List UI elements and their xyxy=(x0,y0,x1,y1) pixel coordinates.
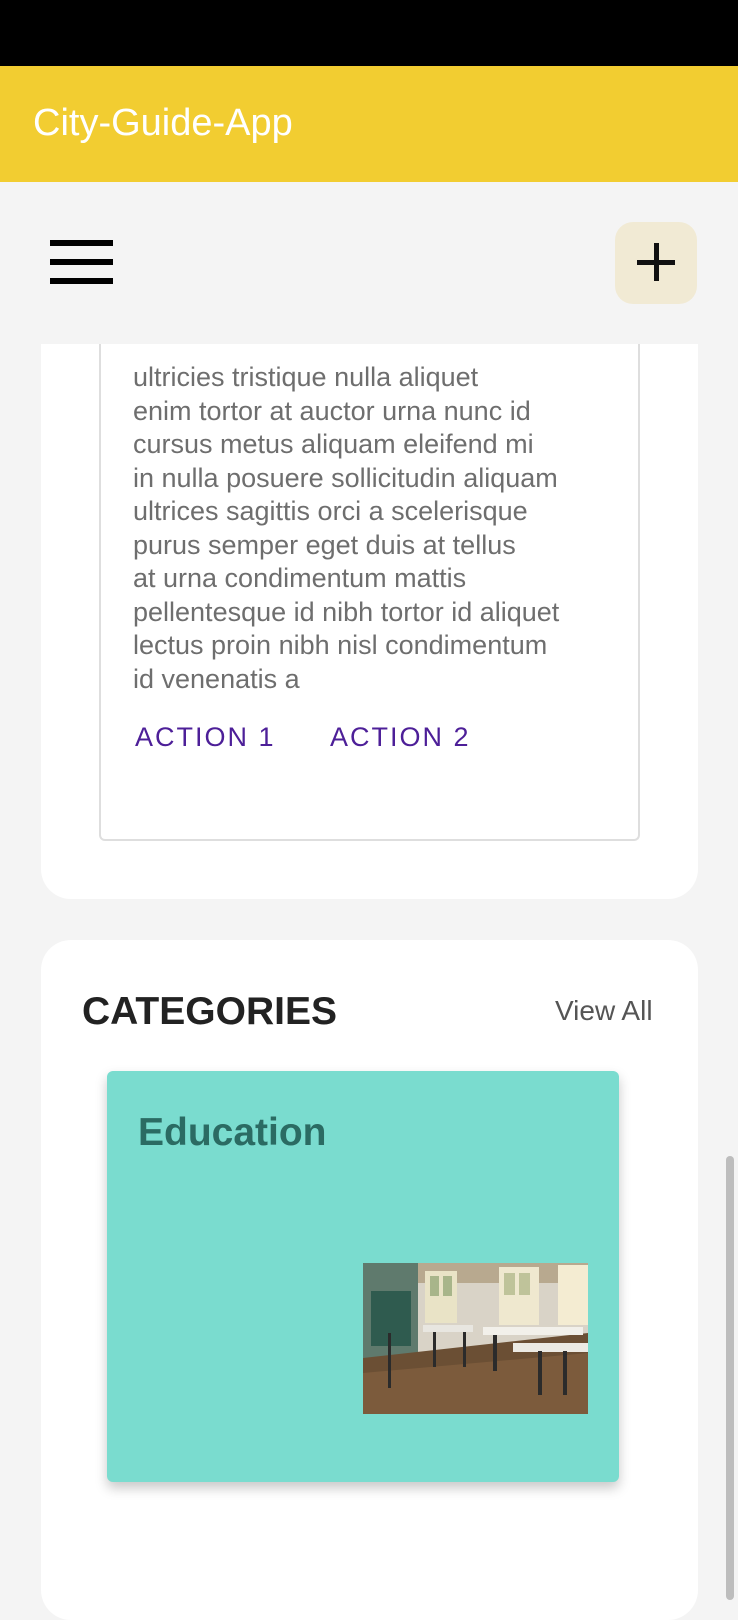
app-bar: City-Guide-App xyxy=(0,66,738,182)
category-label: Education xyxy=(138,1111,327,1154)
classroom-image xyxy=(363,1263,588,1414)
add-button[interactable] xyxy=(615,222,697,304)
content-panel: ultricies tristique nulla aliquet enim t… xyxy=(41,280,698,899)
info-card: ultricies tristique nulla aliquet enim t… xyxy=(99,300,640,841)
text-line: at urna condimentum mattis xyxy=(133,563,467,593)
text-line: ultrices sagittis orci a scelerisque xyxy=(133,496,528,526)
hamburger-menu-icon[interactable] xyxy=(50,240,114,286)
action-2-button[interactable]: ACTION 2 xyxy=(330,722,471,753)
status-bar xyxy=(0,0,738,66)
category-card-education[interactable]: Education xyxy=(107,1071,619,1482)
text-line: enim tortor at auctor urna nunc id xyxy=(133,395,531,426)
text-line: in nulla posuere sollicitudin aliquam xyxy=(133,462,558,493)
text-line: id venenatis a xyxy=(133,663,300,694)
info-card-text: ultricies tristique nulla aliquet enim t… xyxy=(133,361,623,696)
text-line: ultricies tristique nulla aliquet xyxy=(133,362,479,392)
toolbar xyxy=(0,182,738,344)
text-line: cursus metus aliquam eleifend mi xyxy=(133,429,534,459)
text-line: purus semper eget duis at tellus xyxy=(133,529,516,560)
app-title: City-Guide-App xyxy=(33,102,293,144)
categories-title: CATEGORIES xyxy=(82,990,337,1033)
text-line: lectus proin nibh nisl condimentum xyxy=(133,630,548,660)
action-1-button[interactable]: ACTION 1 xyxy=(135,722,276,753)
view-all-link[interactable]: View All xyxy=(555,995,653,1027)
scrollbar[interactable] xyxy=(726,1156,734,1600)
categories-panel: CATEGORIES View All Education xyxy=(41,940,698,1620)
text-line: pellentesque id nibh tortor id aliquet xyxy=(133,596,560,627)
